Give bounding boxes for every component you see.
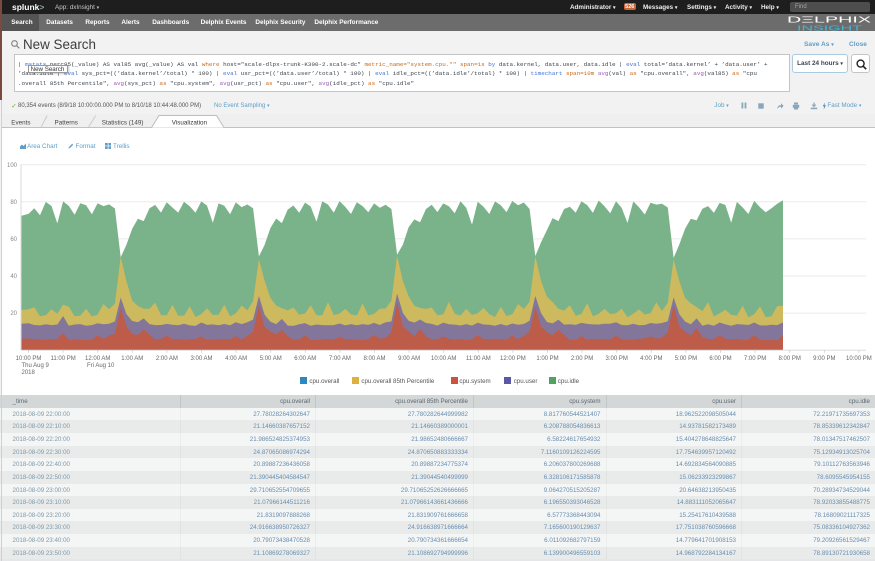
svg-text:7:00 PM: 7:00 PM bbox=[744, 356, 766, 362]
svg-text:4:00 AM: 4:00 AM bbox=[225, 356, 247, 362]
svg-text:11:00 AM: 11:00 AM bbox=[466, 356, 491, 362]
svg-text:20: 20 bbox=[10, 311, 17, 317]
svg-text:Visualization: Visualization bbox=[172, 119, 208, 126]
svg-text:1:00 PM: 1:00 PM bbox=[536, 356, 558, 362]
svg-text:5:00 PM: 5:00 PM bbox=[675, 356, 697, 362]
svg-text:2:00 PM: 2:00 PM bbox=[571, 356, 593, 362]
svg-text:10:00 PM: 10:00 PM bbox=[16, 356, 42, 362]
svg-text:100: 100 bbox=[7, 163, 18, 169]
svg-text:10:00 AM: 10:00 AM bbox=[431, 356, 456, 362]
svg-text:Events: Events bbox=[11, 119, 30, 126]
svg-text:Thu Aug 9: Thu Aug 9 bbox=[22, 363, 50, 369]
svg-text:9:00 AM: 9:00 AM bbox=[398, 356, 420, 362]
svg-text:6:00 AM: 6:00 AM bbox=[294, 356, 316, 362]
svg-text:40: 40 bbox=[10, 274, 17, 280]
svg-text:2:00 AM: 2:00 AM bbox=[156, 356, 178, 362]
svg-text:3:00 PM: 3:00 PM bbox=[606, 356, 628, 362]
svg-text:INSIGHT: INSIGHT bbox=[797, 23, 863, 32]
svg-text:80: 80 bbox=[10, 200, 17, 206]
svg-text:5:00 AM: 5:00 AM bbox=[260, 356, 282, 362]
svg-text:Fri Aug 10: Fri Aug 10 bbox=[87, 363, 115, 369]
svg-text:10:00 PM: 10:00 PM bbox=[846, 356, 872, 362]
svg-text:12:00 PM: 12:00 PM bbox=[500, 356, 526, 362]
svg-text:Patterns: Patterns bbox=[55, 119, 78, 126]
svg-text:4:00 PM: 4:00 PM bbox=[640, 356, 662, 362]
svg-text:9:00 PM: 9:00 PM bbox=[813, 356, 835, 362]
svg-text:7:00 AM: 7:00 AM bbox=[329, 356, 351, 362]
svg-text:11:00 PM: 11:00 PM bbox=[50, 356, 75, 362]
svg-text:60: 60 bbox=[10, 237, 17, 243]
svg-text:6:00 PM: 6:00 PM bbox=[709, 356, 731, 362]
svg-text:Statistics (149): Statistics (149) bbox=[102, 119, 144, 126]
svg-text:8:00 AM: 8:00 AM bbox=[363, 356, 385, 362]
svg-text:1:00 AM: 1:00 AM bbox=[121, 356, 143, 362]
svg-text:3:00 AM: 3:00 AM bbox=[190, 356, 212, 362]
svg-text:8:00 PM: 8:00 PM bbox=[779, 356, 801, 362]
svg-text:12:00 AM: 12:00 AM bbox=[85, 356, 110, 362]
svg-text:2018: 2018 bbox=[22, 370, 36, 375]
